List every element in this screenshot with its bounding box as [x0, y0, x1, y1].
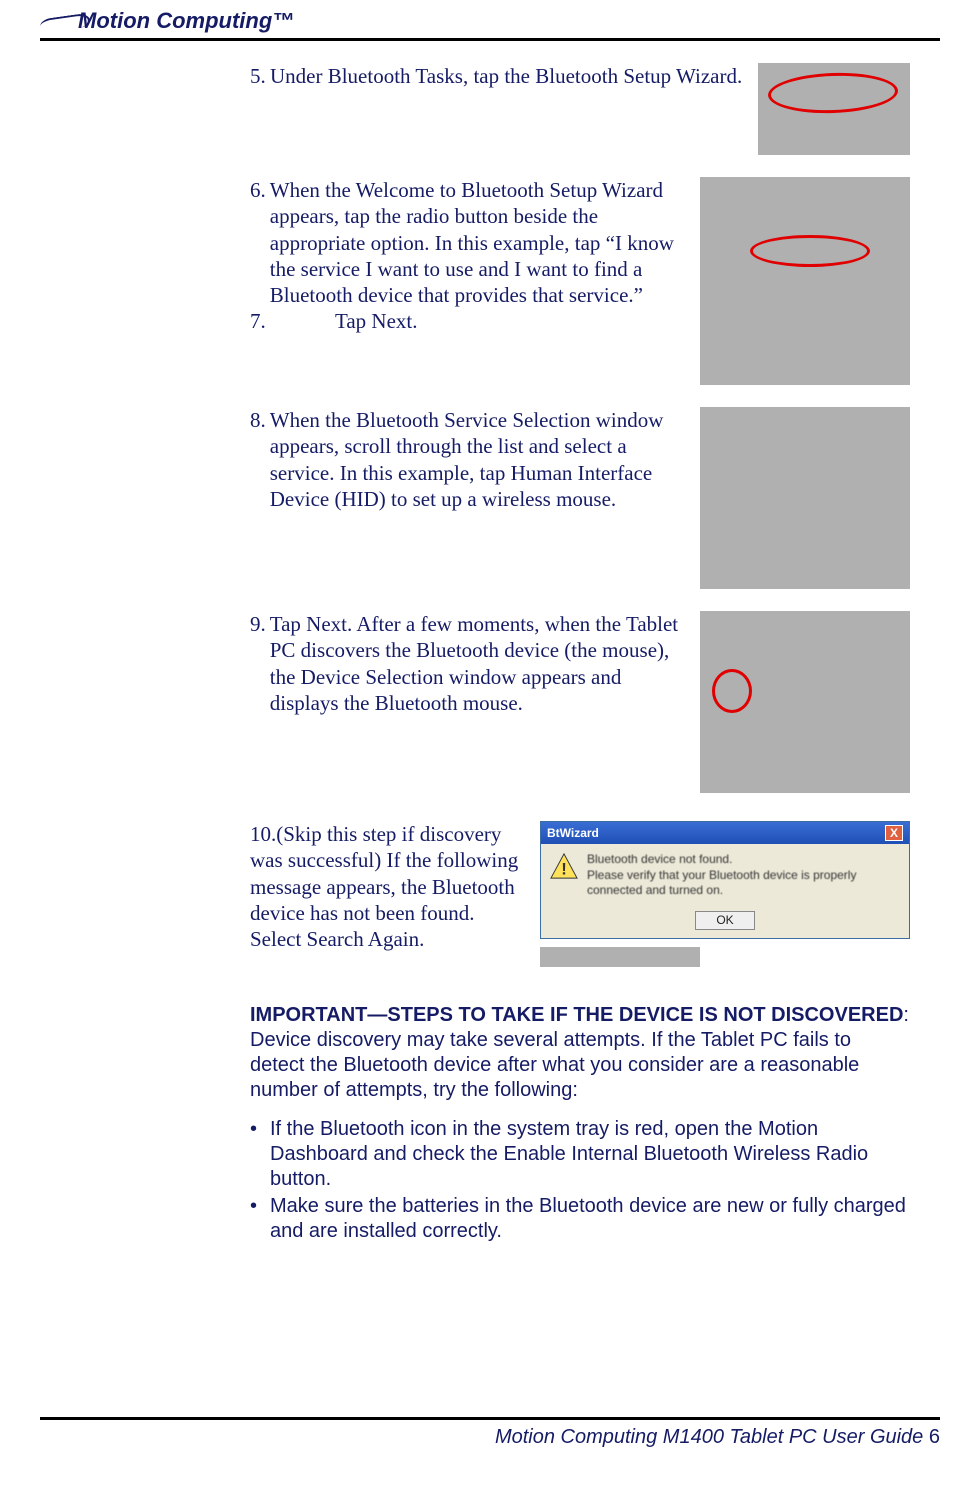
screenshot-placeholder-bar — [540, 947, 700, 967]
highlight-ellipse-icon — [767, 71, 898, 116]
step-10: 10. (Skip this step if discovery was suc… — [250, 821, 530, 952]
dialog-title: BtWizard — [547, 826, 599, 841]
error-dialog: BtWizard X ! Bluetooth device not found.… — [540, 821, 910, 939]
bullet-item: • If the Bluetooth icon in the system tr… — [250, 1117, 910, 1192]
page-footer: Motion Computing M1400 Tablet PC User Gu… — [40, 1417, 940, 1449]
screenshot-placeholder-1 — [758, 63, 910, 155]
screenshot-placeholder-4 — [700, 611, 910, 793]
screenshot-placeholder-2 — [700, 177, 910, 385]
highlight-ellipse-icon — [750, 235, 870, 267]
svg-text:!: ! — [561, 859, 567, 878]
page-header: Motion Computing™ — [40, 0, 940, 41]
ok-button[interactable]: OK — [695, 911, 754, 930]
footer-title: Motion Computing M1400 Tablet PC User Gu… — [495, 1426, 923, 1448]
step-5: 5. Under Bluetooth Tasks, tap the Blueto… — [250, 63, 748, 89]
brand-logo: Motion Computing™ — [40, 8, 294, 38]
step-9: 9. Tap Next. After a few moments, when t… — [250, 611, 690, 716]
page-number: 6 — [929, 1426, 940, 1448]
step-7: 7. Tap Next. — [250, 308, 690, 334]
step-6: 6. When the Welcome to Bluetooth Setup W… — [250, 177, 690, 308]
logo-text: Motion Computing — [78, 8, 272, 33]
close-icon[interactable]: X — [885, 825, 903, 841]
bullet-item: • Make sure the batteries in the Bluetoo… — [250, 1194, 910, 1244]
dialog-message: Bluetooth device not found. Please verif… — [587, 852, 901, 899]
step-8: 8. When the Bluetooth Service Selection … — [250, 407, 690, 512]
important-heading: IMPORTANT—STEPS TO TAKE IF THE DEVICE IS… — [250, 1004, 903, 1026]
screenshot-placeholder-3 — [700, 407, 910, 589]
highlight-circle-icon — [712, 669, 752, 713]
important-section: IMPORTANT—STEPS TO TAKE IF THE DEVICE IS… — [250, 1003, 910, 1244]
warning-icon: ! — [549, 852, 579, 880]
